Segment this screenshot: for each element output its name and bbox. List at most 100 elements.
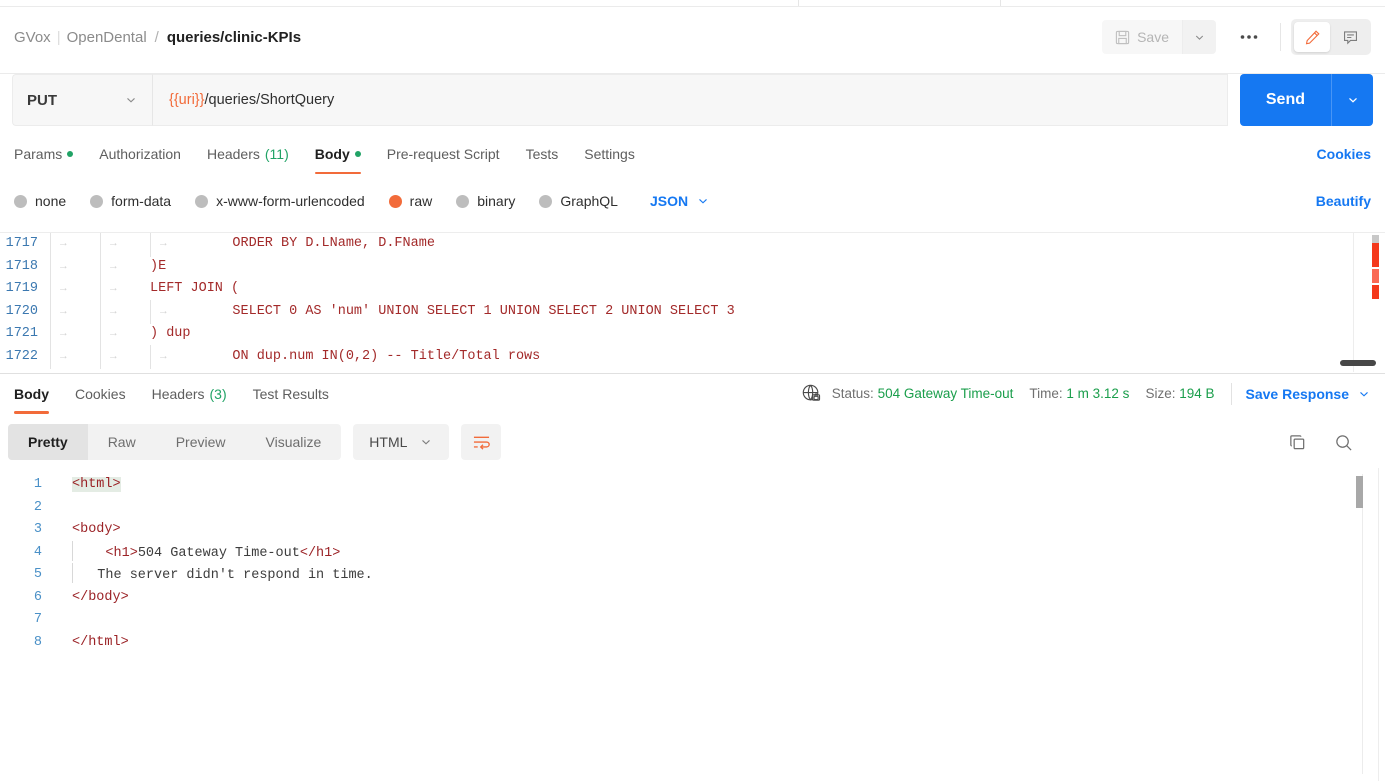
response-tab-bar: Body Cookies Headers (3) Test Results St… <box>0 373 1385 414</box>
error-marker[interactable] <box>1372 243 1379 267</box>
code-tag: </h1> <box>299 545 341 561</box>
view-preview-button[interactable]: Preview <box>156 424 246 460</box>
search-icon <box>1334 433 1353 452</box>
response-tab-headers-label: Headers <box>151 385 205 402</box>
body-type-raw-label: raw <box>409 193 433 209</box>
line-number: 1718 <box>5 258 38 274</box>
request-body-editor[interactable]: 1717 → → → ORDER BY D.LName, D.FName 171… <box>0 232 1385 372</box>
send-button-group: Send <box>1239 74 1373 126</box>
save-response-button[interactable]: Save Response <box>1246 386 1372 402</box>
search-button[interactable] <box>1325 424 1361 460</box>
code-tag: <html> <box>72 477 121 492</box>
tab-settings[interactable]: Settings <box>584 134 635 174</box>
send-button[interactable]: Send <box>1240 74 1331 126</box>
breadcrumb-collection[interactable]: OpenDental <box>67 29 147 46</box>
body-type-none[interactable]: none <box>14 193 66 209</box>
body-type-graphql[interactable]: GraphQL <box>539 193 618 209</box>
comment-mode-button[interactable] <box>1332 22 1368 52</box>
line-number: 1721 <box>5 326 38 341</box>
error-marker[interactable] <box>1372 285 1379 299</box>
scrollbar-thumb[interactable] <box>1356 476 1363 508</box>
tab-settings-label: Settings <box>584 146 635 162</box>
save-response-label: Save Response <box>1245 385 1350 402</box>
editor-gutter-line <box>1353 233 1354 372</box>
size-label: Size: <box>1145 386 1176 401</box>
request-url-input[interactable]: {{uri}}/queries/ShortQuery <box>152 74 1228 126</box>
url-path: /queries/ShortQuery <box>204 92 335 108</box>
view-visualize-button[interactable]: Visualize <box>246 424 342 460</box>
comment-icon <box>1342 29 1359 46</box>
tab-tests-label: Tests <box>525 146 559 162</box>
body-type-urlencoded[interactable]: x-www-form-urlencoded <box>195 193 365 209</box>
tab-body[interactable]: Body <box>314 134 361 174</box>
line-number: 5 <box>33 567 42 582</box>
editor-vertical-scrollbar[interactable] <box>1372 235 1379 371</box>
code-tag: <h1> <box>73 545 138 561</box>
response-tab-body[interactable]: Body <box>14 374 49 414</box>
edit-mode-button[interactable] <box>1294 22 1330 52</box>
editor-line: 1719 → → LEFT JOIN ( <box>0 277 1385 301</box>
view-pretty-button[interactable]: Pretty <box>8 424 88 460</box>
response-gutter-line <box>1378 468 1379 781</box>
postman-request-window: GVox | OpenDental / queries/clinic-KPIs … <box>0 0 1385 781</box>
error-marker[interactable] <box>1372 269 1379 283</box>
modified-dot-icon <box>67 151 74 157</box>
response-tab-headers[interactable]: Headers (3) <box>152 374 227 414</box>
body-format-select[interactable]: JSON <box>650 193 710 209</box>
more-actions-button[interactable] <box>1228 20 1270 54</box>
response-vertical-scrollbar[interactable] <box>1356 474 1363 774</box>
response-tab-test-results-label: Test Results <box>252 385 329 402</box>
response-line: 6 </body> <box>0 587 1385 610</box>
response-tab-cookies[interactable]: Cookies <box>75 374 126 414</box>
copy-button[interactable] <box>1279 424 1315 460</box>
http-method-select[interactable]: PUT <box>12 74 152 126</box>
scrollbar-track <box>1362 474 1363 774</box>
chevron-down-icon <box>1193 31 1206 44</box>
chevron-down-icon <box>124 93 138 107</box>
tab-body-label: Body <box>314 146 350 162</box>
body-type-form-data[interactable]: form-data <box>90 193 171 209</box>
cookies-link[interactable]: Cookies <box>1317 146 1371 162</box>
response-format-select[interactable]: HTML <box>353 424 450 460</box>
page-title: queries/clinic-KPIs <box>166 28 302 46</box>
radio-icon <box>90 194 104 208</box>
save-button[interactable]: Save <box>1102 20 1182 54</box>
response-body-viewer[interactable]: 1 <html> 2 3 <body> 4 <h1>504 Gateway Ti… <box>0 468 1385 781</box>
code-tag: </body> <box>72 589 129 605</box>
response-tab-test-results[interactable]: Test Results <box>253 374 329 414</box>
response-line: 1 <html> <box>0 474 1385 497</box>
code-text: 504 Gateway Time-out <box>137 545 300 561</box>
body-type-none-label: none <box>35 193 67 209</box>
save-options-button[interactable] <box>1182 20 1216 54</box>
tab-authorization-label: Authorization <box>99 146 181 162</box>
tab-tests[interactable]: Tests <box>526 134 559 174</box>
status-label: Status: <box>831 386 874 401</box>
tab-params[interactable]: Params <box>14 134 74 174</box>
tab-pre-request-script[interactable]: Pre-request Script <box>387 134 500 174</box>
request-header: GVox | OpenDental / queries/clinic-KPIs … <box>0 7 1385 74</box>
scrollbar-thumb[interactable] <box>1372 235 1379 243</box>
code-text: ORDER BY D.LName, D.FName <box>200 236 435 251</box>
tab-headers-count: (11) <box>264 146 289 162</box>
response-meta: Status: 504 Gateway Time-out Time: 1 m 3… <box>801 382 1372 405</box>
response-toolbar-actions <box>1279 424 1377 460</box>
size-info: Size: 194 B <box>1145 386 1214 401</box>
editor-horizontal-scrollbar[interactable] <box>1340 360 1376 366</box>
code-tag: <body> <box>72 522 121 537</box>
body-type-binary[interactable]: binary <box>456 193 515 209</box>
indent-guides: → → → <box>50 344 200 369</box>
tab-headers[interactable]: Headers (11) <box>207 134 289 174</box>
tab-authorization[interactable]: Authorization <box>99 134 181 174</box>
chevron-down-icon <box>1346 93 1360 107</box>
wrap-text-button[interactable] <box>461 424 502 460</box>
editor-line: 1718 → → )E <box>0 254 1385 279</box>
tab-params-label: Params <box>14 146 63 162</box>
line-number: 1722 <box>5 348 38 364</box>
chevron-down-icon <box>419 435 433 449</box>
beautify-button[interactable]: Beautify <box>1316 193 1371 209</box>
view-raw-button[interactable]: Raw <box>88 424 156 460</box>
body-type-raw[interactable]: raw <box>388 193 433 209</box>
send-options-button[interactable] <box>1331 74 1373 126</box>
globe-lock-icon[interactable] <box>801 383 822 404</box>
breadcrumb-workspace[interactable]: GVox <box>14 29 51 46</box>
